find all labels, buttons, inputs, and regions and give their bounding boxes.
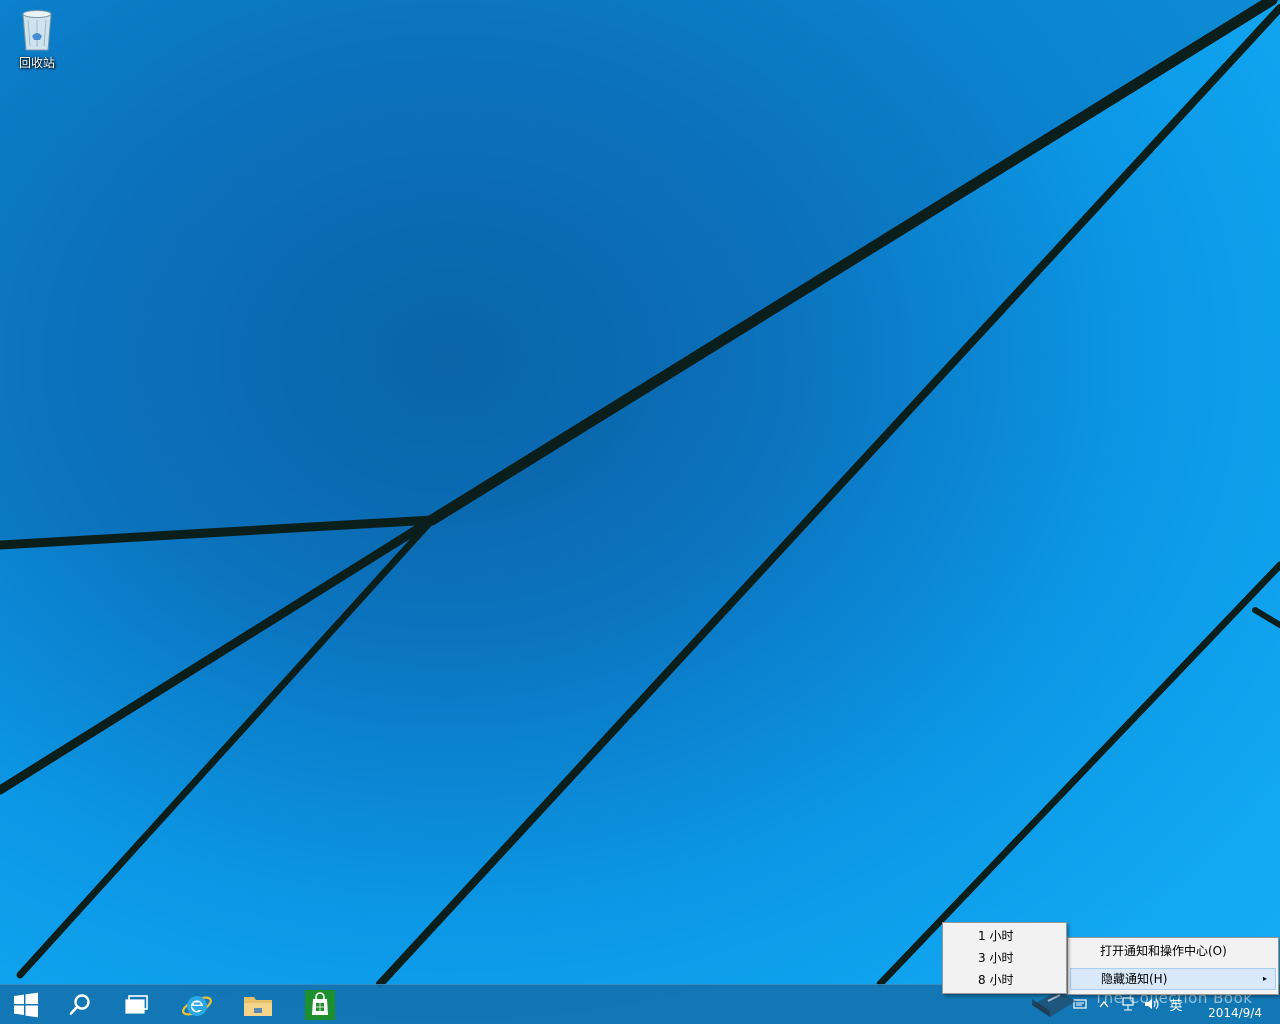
submenu-arrow-icon: ▸ (1262, 974, 1267, 983)
search-button[interactable] (54, 985, 106, 1024)
folder-icon (244, 997, 272, 1016)
start-button[interactable] (0, 985, 52, 1024)
submenu-item-3-hours[interactable]: 3 小时 (945, 947, 1064, 969)
submenu-item-1-hour[interactable]: 1 小时 (945, 925, 1064, 947)
hide-notifications-submenu: 1 小时 3 小时 8 小时 (942, 922, 1067, 994)
store-button[interactable] (294, 985, 346, 1024)
menu-item-hide-notifications[interactable]: 隐藏通知(H) ▸ (1070, 968, 1276, 990)
tray-context-menu: 打开通知和操作中心(O) 隐藏通知(H) ▸ (1067, 937, 1279, 995)
internet-explorer-button[interactable] (171, 985, 223, 1024)
store-bag-icon (305, 990, 335, 1020)
desktop-icon-recycle-bin[interactable]: 回收站 (8, 6, 66, 78)
recycle-bin-label: 回收站 (18, 56, 55, 70)
task-view-button[interactable] (111, 985, 163, 1024)
internet-explorer-icon (182, 996, 212, 1016)
search-icon (69, 994, 90, 1015)
menu-item-hide-notifications-label: 隐藏通知(H) (1101, 972, 1168, 986)
windows-logo-icon (14, 992, 38, 1018)
menu-item-open-action-center[interactable]: 打开通知和操作中心(O) (1070, 940, 1276, 962)
submenu-item-8-hours[interactable]: 8 小时 (945, 969, 1064, 991)
clock-date[interactable]: 2014/9/4 (1208, 1006, 1262, 1020)
file-explorer-button[interactable] (232, 985, 284, 1024)
recycle-bin-icon (22, 10, 52, 51)
wallpaper-lines (0, 0, 1280, 988)
task-view-icon (125, 995, 148, 1014)
desktop-background: 回收站 (0, 0, 1280, 1024)
